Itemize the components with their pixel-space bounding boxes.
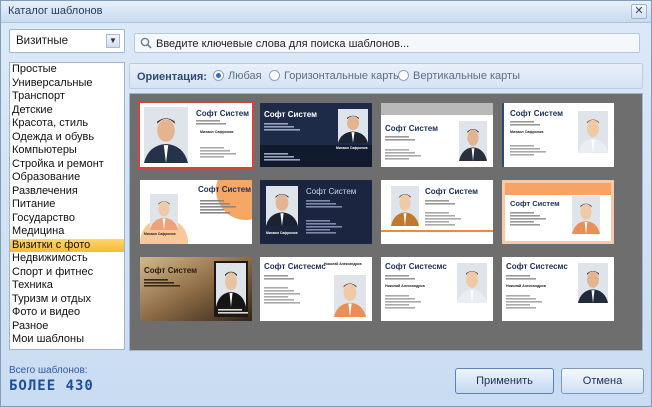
window-title: Каталог шаблонов — [8, 5, 103, 17]
orientation-label: Ориентация: — [137, 71, 207, 83]
chevron-down-icon[interactable]: ▼ — [106, 34, 120, 48]
category-item[interactable]: Государство — [10, 212, 124, 226]
category-item[interactable]: Стройка и ремонт — [10, 158, 124, 172]
svg-text:Софт Систем: Софт Систем — [306, 187, 356, 196]
svg-text:Михаил Сафронов: Михаил Сафронов — [200, 130, 234, 134]
svg-text:Софт Систесмс: Софт Систесмс — [385, 262, 447, 271]
category-item[interactable]: Техника — [10, 279, 124, 293]
template-card[interactable]: Софт Систем — [381, 180, 493, 244]
svg-text:Софт Систесмс: Софт Систесмс — [264, 262, 326, 271]
svg-text:Софт Систем: Софт Систем — [144, 266, 197, 275]
category-type-dropdown[interactable]: Визитные ▼ — [9, 29, 125, 53]
search-input[interactable] — [156, 36, 626, 51]
search-icon — [140, 37, 152, 49]
svg-text:Михаил Сафронов: Михаил Сафронов — [336, 146, 368, 150]
template-card[interactable]: Софт Систем — [140, 257, 252, 321]
template-preview-image: Софт Систем Михаил Сафронов — [502, 103, 614, 167]
template-preview-image: Софт Систем — [381, 180, 493, 244]
radio-selected-icon — [213, 69, 224, 81]
category-item[interactable]: Фото и видео — [10, 306, 124, 320]
template-card[interactable]: Софт Систесмс Николай Александров — [381, 257, 493, 321]
orientation-horizontal-label: Горизонтальные карты — [284, 70, 402, 82]
category-item[interactable]: Образование — [10, 171, 124, 185]
template-preview-image: Софт Систем Михаил Сафронов — [140, 180, 252, 244]
total-templates-label: Всего шаблонов: — [9, 365, 88, 376]
apply-button[interactable]: Применить — [455, 368, 554, 394]
category-item[interactable]: Компьютеры — [10, 144, 124, 158]
template-card[interactable]: Софт Систем Михаил Сафронов — [502, 103, 614, 167]
category-item[interactable]: Медицина — [10, 225, 124, 239]
close-button[interactable]: ✕ — [631, 4, 647, 19]
template-card[interactable]: Софт Систем — [381, 103, 493, 167]
svg-text:Софт Систем: Софт Систем — [385, 124, 438, 133]
category-type-value: Визитные — [16, 35, 69, 47]
category-item[interactable]: Мои шаблоны — [10, 333, 124, 347]
template-preview-image: Софт Систесмс Николай Александров — [381, 257, 493, 321]
search-box — [134, 33, 640, 53]
template-card[interactable]: Софт Систесмс Николай Александров — [502, 257, 614, 321]
title-bar: Каталог шаблонов ✕ — [1, 1, 651, 23]
category-item[interactable]: Транспорт — [10, 90, 124, 104]
template-card[interactable]: Софт Систем — [502, 180, 614, 244]
category-item[interactable]: Разное — [10, 320, 124, 334]
template-card[interactable]: Софт Систем Михаил Сафронов — [138, 101, 254, 169]
template-card[interactable]: Софт Систем Михаил Сафронов — [260, 180, 372, 244]
radio-icon — [269, 69, 280, 81]
template-gallery: Софт Систем Михаил Сафронов Софт Систем М… — [129, 93, 643, 351]
category-item[interactable]: Детские — [10, 104, 124, 118]
svg-text:Софт Систем: Софт Систем — [264, 110, 317, 119]
category-item[interactable]: Развлечения — [10, 185, 124, 199]
svg-text:Софт Систем: Софт Систем — [510, 109, 563, 118]
svg-text:Софт Систем: Софт Систем — [425, 187, 478, 196]
category-item[interactable]: Туризм и отдых — [10, 293, 124, 307]
template-preview-image: Софт Систем — [502, 180, 614, 244]
category-item[interactable]: Универсальные — [10, 77, 124, 91]
category-item[interactable]: Простые — [10, 63, 124, 77]
category-item[interactable]: Питание — [10, 198, 124, 212]
orientation-any-radio[interactable]: Любая — [213, 69, 262, 84]
category-item[interactable]: Недвижимость — [10, 252, 124, 266]
svg-text:Софт Систесмс: Софт Систесмс — [506, 262, 568, 271]
orientation-horizontal-radio[interactable]: Горизонтальные карты — [269, 69, 402, 84]
template-card[interactable]: Софт Систем Михаил Сафронов — [260, 103, 372, 167]
category-panel: Визитные ▼ Простые Универсальные Транспорт… — [9, 29, 125, 352]
radio-icon — [398, 69, 409, 81]
svg-text:Николай Александров: Николай Александров — [506, 284, 547, 288]
category-item[interactable]: Одежда и обувь — [10, 131, 124, 145]
template-catalog-window: Каталог шаблонов ✕ Визитные ▼ Простые Уни… — [0, 0, 652, 407]
orientation-vertical-radio[interactable]: Вертикальные карты — [398, 69, 520, 84]
template-preview-image: Софт Систем Михаил Сафронов — [140, 103, 252, 167]
orientation-vertical-label: Вертикальные карты — [413, 70, 520, 82]
cancel-button[interactable]: Отмена — [561, 368, 644, 394]
category-item[interactable]: Красота, стиль — [10, 117, 124, 131]
close-icon: ✕ — [634, 5, 644, 17]
template-preview-image: Софт СистесмсНиколай Александров — [260, 257, 372, 321]
template-preview-image: Софт Систем Михаил Сафронов — [260, 103, 372, 167]
svg-text:Николай Александров: Николай Александров — [324, 262, 362, 266]
category-item[interactable]: Визитки с фото — [10, 238, 124, 252]
svg-text:Софт Систем: Софт Систем — [510, 199, 560, 208]
svg-text:Михаил Сафронов: Михаил Сафронов — [144, 232, 176, 236]
template-preview-image: Софт Систем — [140, 257, 252, 321]
category-item[interactable]: Спорт и фитнес — [10, 266, 124, 280]
template-preview-image: Софт Систем Михаил Сафронов — [260, 180, 372, 244]
svg-text:Николай Александров: Николай Александров — [385, 284, 426, 288]
template-preview-image: Софт Систем — [381, 103, 493, 167]
svg-text:Софт Систем: Софт Систем — [196, 109, 249, 118]
template-card[interactable]: Софт Систем Михаил Сафронов — [140, 180, 252, 244]
svg-text:Михаил Сафронов: Михаил Сафронов — [266, 231, 298, 235]
template-card[interactable]: Софт Систесмс Николай Александров — [260, 257, 372, 321]
category-list: Простые Универсальные Транспорт Детские Крас… — [9, 62, 125, 350]
svg-text:Михаил Сафронов: Михаил Сафронов — [510, 130, 544, 134]
total-templates-count: БОЛЕЕ 430 — [9, 378, 94, 394]
template-preview-image: Софт Систесмс Николай Александров — [502, 257, 614, 321]
orientation-any-label: Любая — [228, 70, 262, 82]
orientation-filter: Ориентация: Любая Горизонтальные карты В… — [129, 63, 643, 89]
svg-text:Софт Систем: Софт Систем — [198, 185, 251, 194]
